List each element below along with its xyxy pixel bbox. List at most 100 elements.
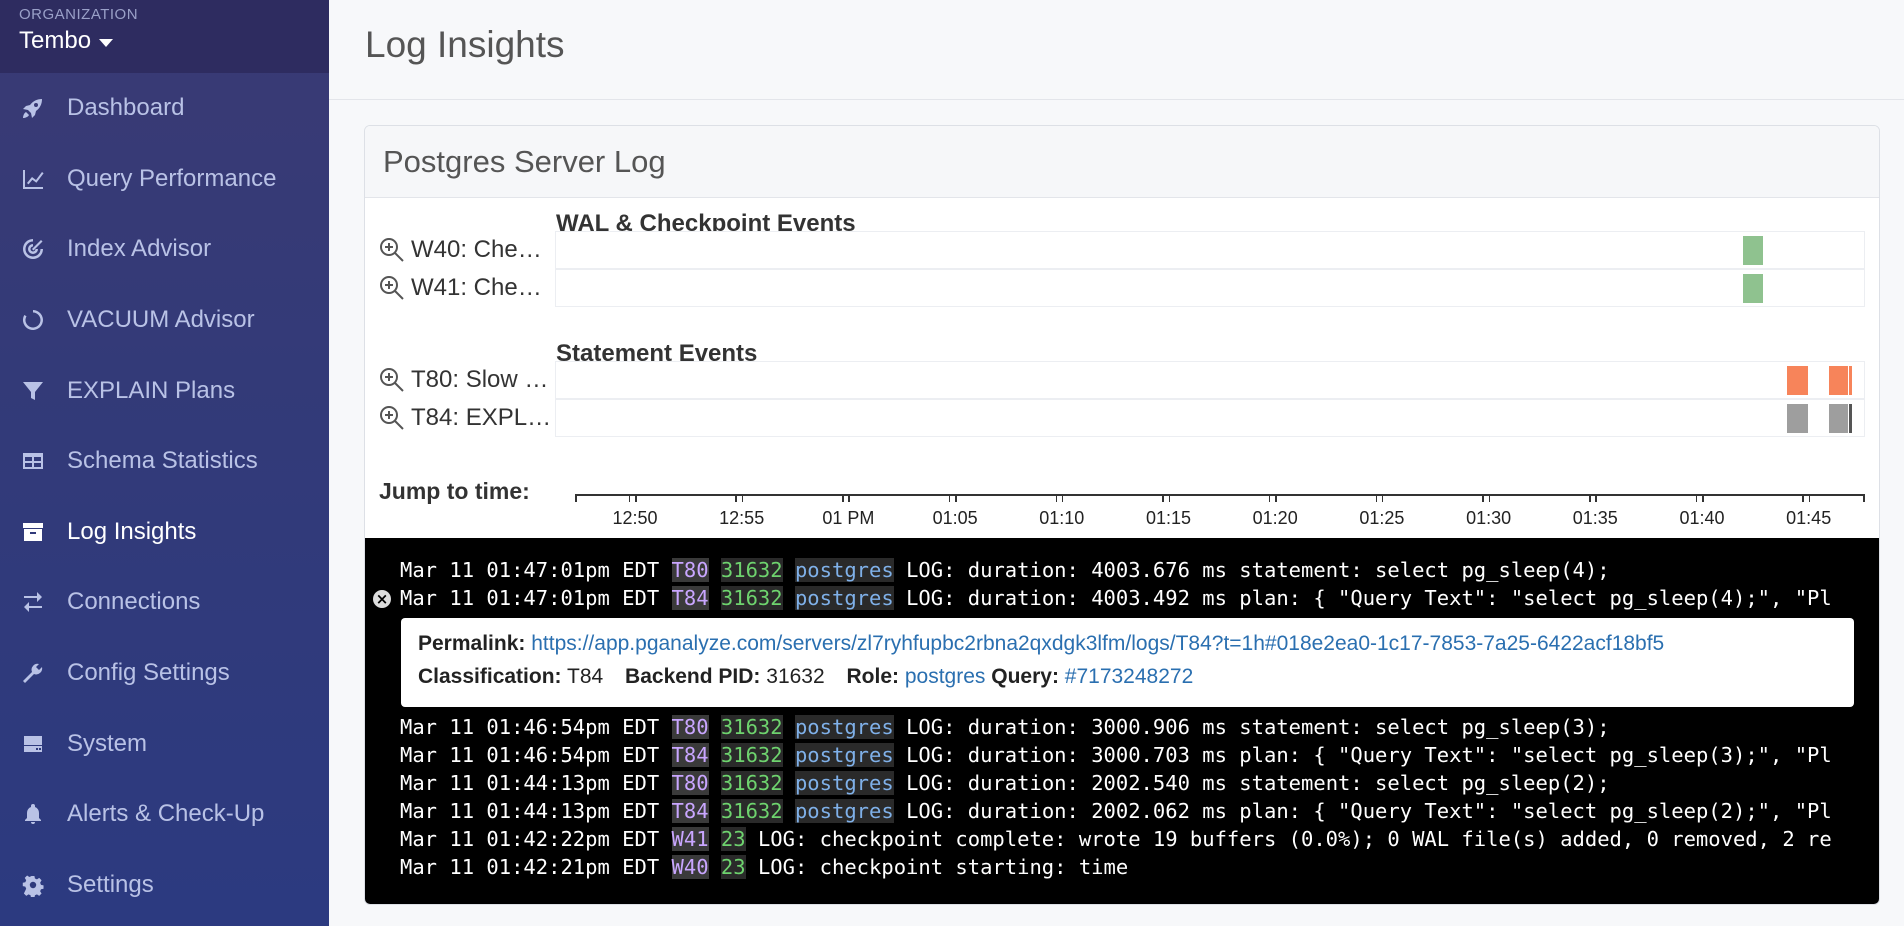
timeline-track-w40[interactable] [555,231,1865,269]
axis-tick-label[interactable]: 01:40 [1679,508,1724,529]
log-timestamp: Mar 11 01:46:54pm EDT [400,743,660,767]
target-icon [20,236,46,262]
timeline-row-w40[interactable]: W40: Che… [379,232,557,268]
log-line[interactable]: Mar 11 01:42:22pm EDT W41 23 LOG: checkp… [365,825,1879,853]
checkpoint-event-mark[interactable] [1743,274,1763,303]
axis-tick [741,494,744,502]
server-log-panel: Postgres Server Log WAL & Checkpoint Eve… [364,125,1880,905]
log-pid-badge: 31632 [720,558,783,582]
axis-tick [1695,494,1698,502]
role-link[interactable]: postgres [905,665,986,688]
axis-tick [628,494,631,502]
timeline-track-w41[interactable] [555,269,1865,307]
log-line[interactable]: Mar 11 01:44:13pm EDT T84 31632 postgres… [365,797,1879,825]
axis-tick-label[interactable]: 01:45 [1786,508,1831,529]
rocket-icon [20,95,46,121]
explain-event-mark[interactable] [1829,404,1848,433]
timeline-track-t84[interactable] [555,399,1865,437]
sidebar: ORGANIZATION Tembo Dashboard Query Perfo… [0,0,329,926]
sidebar-item-explain-plans[interactable]: EXPLAIN Plans [0,355,329,426]
sidebar-item-vacuum-advisor[interactable]: VACUUM Advisor [0,285,329,356]
log-classification-badge: T84 [671,799,709,823]
explain-event-mark[interactable] [1849,404,1852,433]
axis-tick [575,494,577,502]
axis-tick [1488,494,1491,502]
axis-tick-label[interactable]: 12:50 [612,508,657,529]
axis-tick-label[interactable]: 01:25 [1359,508,1404,529]
log-output: Mar 11 01:47:01pm EDT T80 31632 postgres… [365,538,1879,904]
collapse-icon[interactable]: × [373,590,391,608]
sidebar-item-label: Index Advisor [67,235,212,263]
axis-tick [1168,494,1170,502]
sidebar-item-query-performance[interactable]: Query Performance [0,144,329,215]
sidebar-item-label: Query Performance [67,164,277,192]
log-message: LOG: duration: 3000.906 ms statement: se… [906,715,1610,739]
log-role-badge[interactable]: postgres [794,586,894,610]
axis-tick-label[interactable]: 01:15 [1146,508,1191,529]
bell-icon [20,801,46,827]
role-label: Role: [846,665,900,688]
sidebar-item-dashboard[interactable]: Dashboard [0,73,329,144]
log-line[interactable]: Mar 11 01:46:54pm EDT T80 31632 postgres… [365,713,1879,741]
checkpoint-event-mark[interactable] [1743,236,1763,265]
log-message: LOG: duration: 4003.492 ms plan: { "Quer… [906,586,1832,610]
sidebar-item-index-advisor[interactable]: Index Advisor [0,214,329,285]
axis-tick-label[interactable]: 01:35 [1573,508,1618,529]
axis-tick-label[interactable]: 01:05 [933,508,978,529]
log-role-badge[interactable]: postgres [794,558,894,582]
axis-tick-label[interactable]: 01:20 [1253,508,1298,529]
sidebar-item-alerts[interactable]: Alerts & Check-Up [0,779,329,850]
timeline-track-t80[interactable] [555,361,1865,399]
log-line[interactable]: Mar 11 01:46:54pm EDT T84 31632 postgres… [365,741,1879,769]
sidebar-item-settings[interactable]: Settings [0,850,329,921]
axis-tick-label[interactable]: 12:55 [719,508,764,529]
axis-tick-label[interactable]: 01 PM [822,508,874,529]
sidebar-item-schema-statistics[interactable]: Schema Statistics [0,426,329,497]
sidebar-item-log-insights[interactable]: Log Insights [0,497,329,568]
log-role-badge[interactable]: postgres [794,715,894,739]
wrench-icon [20,660,46,686]
sidebar-item-label: Config Settings [67,659,230,687]
log-line[interactable]: Mar 11 01:47:01pm EDT T80 31632 postgres… [365,556,1879,584]
sidebar-item-label: Dashboard [67,94,185,122]
log-role-badge[interactable]: postgres [794,743,894,767]
permalink-link[interactable]: https://app.pganalyze.com/servers/zl7ryh… [531,632,1664,655]
log-line[interactable]: Mar 11 01:44:13pm EDT T80 31632 postgres… [365,769,1879,797]
line-chart-icon [20,166,46,192]
axis-tick-label[interactable]: 01:10 [1039,508,1084,529]
page-title: Log Insights [365,24,565,65]
timeline-row-t84[interactable]: T84: EXPL… [379,400,557,436]
sidebar-item-connections[interactable]: Connections [0,567,329,638]
sidebar-item-config-settings[interactable]: Config Settings [0,638,329,709]
time-axis[interactable]: 12:50 12:55 01 PM 01:05 01:10 01:15 01:20 01:25… [575,494,1865,534]
log-line[interactable]: × Mar 11 01:47:01pm EDT T84 31632 postgre… [365,584,1879,612]
axis-tick-label[interactable]: 01:30 [1466,508,1511,529]
classification-label: Classification: [418,665,562,688]
slow-query-event-mark[interactable] [1787,366,1808,395]
log-role-badge[interactable]: postgres [794,771,894,795]
explain-event-mark[interactable] [1787,404,1808,433]
axis-tick [1381,494,1384,502]
org-label: ORGANIZATION [19,6,139,23]
log-line[interactable]: Mar 11 01:42:21pm EDT W40 23 LOG: checkp… [365,853,1879,881]
log-classification-badge: T80 [671,558,709,582]
log-role-badge[interactable]: postgres [794,799,894,823]
log-timestamp: Mar 11 01:42:21pm EDT [400,855,660,879]
query-link[interactable]: #7173248272 [1065,665,1193,688]
log-timestamp: Mar 11 01:44:13pm EDT [400,799,660,823]
sidebar-item-system[interactable]: System [0,708,329,779]
axis-tick [1863,494,1865,502]
slow-query-event-mark[interactable] [1849,366,1852,395]
slow-query-event-mark[interactable] [1829,366,1848,395]
axis-tick [1802,494,1804,502]
org-dropdown[interactable]: Tembo [19,27,310,55]
timeline-row-t80[interactable]: T80: Slow … [379,362,557,398]
log-classification-badge: W41 [671,827,709,851]
timeline-row-w41[interactable]: W41: Che… [379,270,557,306]
axis-tick [1808,494,1811,502]
row-label-text: W41: Che… [411,274,542,301]
axis-tick [1595,494,1597,502]
axis-tick [1055,494,1057,502]
log-classification-badge: T80 [671,771,709,795]
exchange-icon [20,589,46,615]
